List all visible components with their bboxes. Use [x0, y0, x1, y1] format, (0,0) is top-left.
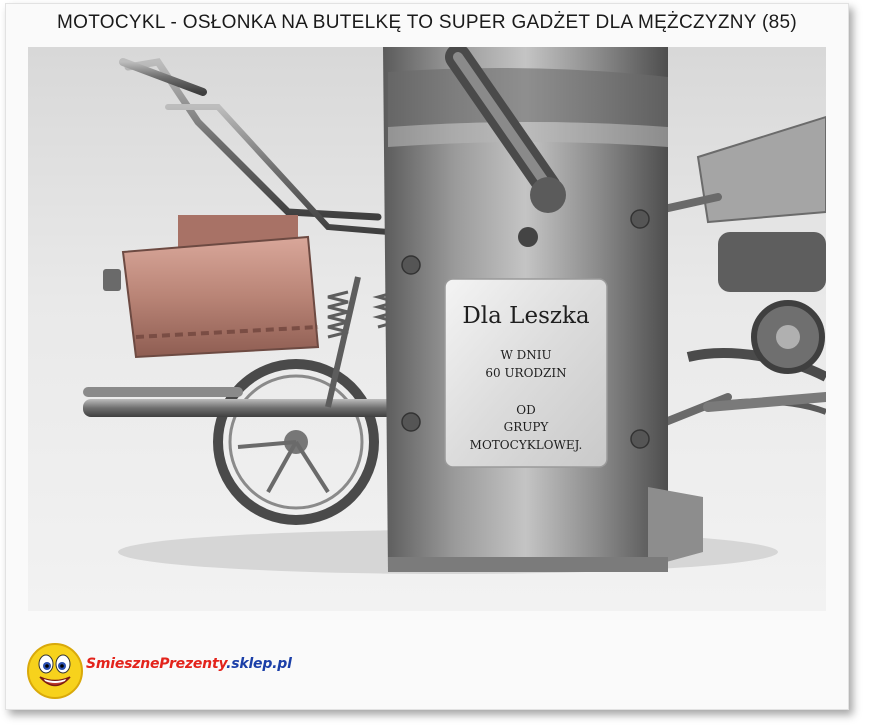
- page-title: MOTOCYKL - OSŁONKA NA BUTELKĘ TO SUPER G…: [57, 12, 797, 33]
- shop-logo[interactable]: SmiesznePrezenty.sklep.pl: [26, 642, 292, 700]
- logo-text-domain: .sklep.pl: [226, 656, 292, 672]
- saddlebag: [103, 215, 320, 359]
- plate-line-5: MOTOCYKLOWEJ.: [470, 438, 583, 452]
- logo-text-brand: SmiesznePrezenty: [86, 656, 227, 672]
- engraved-plate: Dla Leszka W DNIU 60 URODZIN OD GRUPY MO…: [444, 278, 608, 468]
- plate-line-3: OD: [516, 403, 535, 417]
- rear-wheel: [213, 359, 379, 525]
- plate-name: Dla Leszka: [462, 303, 590, 329]
- product-card: MOTOCYKL - OSŁONKA NA BUTELKĘ TO SUPER G…: [5, 3, 849, 710]
- product-photo: Dla Leszka W DNIU 60 URODZIN OD GRUPY MO…: [28, 47, 826, 611]
- motorcycle-bottle-holder-illustration: Dla Leszka W DNIU 60 URODZIN OD GRUPY MO…: [83, 47, 826, 574]
- plate-line-1: W DNIU: [500, 348, 551, 362]
- logo-text: SmiesznePrezenty.sklep.pl: [86, 656, 292, 672]
- plate-line-4: GRUPY: [504, 420, 550, 434]
- plate-line-2: 60 URODZIN: [485, 366, 566, 380]
- smiley-icon: [27, 643, 83, 699]
- luggage-rack: [119, 58, 391, 235]
